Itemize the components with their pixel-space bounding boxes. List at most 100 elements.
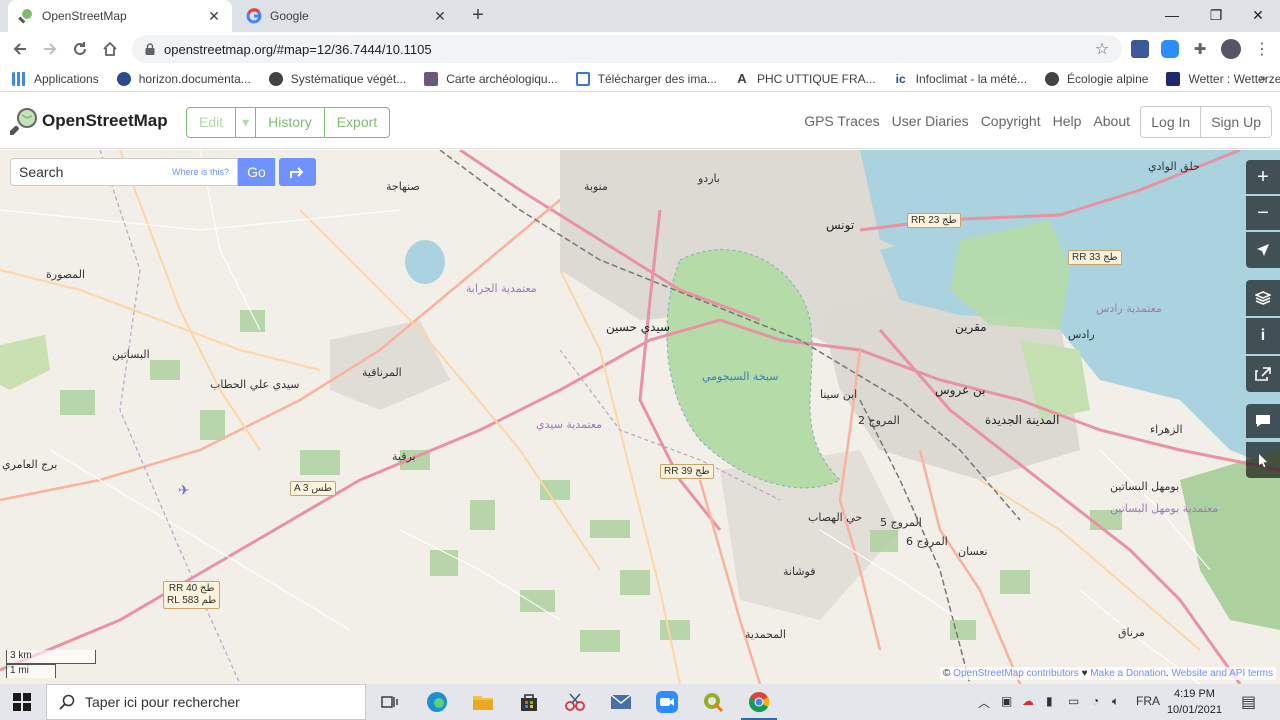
- qgis-icon[interactable]: [701, 690, 725, 714]
- windows-logo-icon: [13, 693, 31, 711]
- tray-cloud-icon[interactable]: ☁: [1022, 694, 1034, 708]
- restore-window-icon[interactable]: ❐: [1194, 0, 1238, 30]
- profile-avatar[interactable]: [1221, 39, 1241, 59]
- chrome-icon[interactable]: [741, 690, 777, 720]
- mail-app-icon[interactable]: [609, 690, 633, 714]
- edit-button[interactable]: Edit: [187, 108, 237, 137]
- bookmark-ecologie[interactable]: Écologie alpine: [1045, 71, 1148, 86]
- close-tab-icon[interactable]: ✕: [432, 8, 448, 25]
- user-diaries-link[interactable]: User Diaries: [892, 113, 969, 129]
- export-button[interactable]: Export: [325, 108, 389, 137]
- close-window-icon[interactable]: ✕: [1236, 0, 1280, 30]
- signup-button[interactable]: Sign Up: [1201, 107, 1271, 137]
- bookmark-label: Systématique végét...: [290, 71, 407, 86]
- help-link[interactable]: Help: [1053, 113, 1082, 129]
- directions-icon: [289, 167, 303, 178]
- plus-icon: +: [1257, 165, 1269, 188]
- bookmark-infoclimat[interactable]: ic Infoclimat - la mété...: [894, 72, 1027, 86]
- bookmark-applications[interactable]: Applications: [12, 71, 99, 86]
- map-key-button[interactable]: i: [1246, 318, 1280, 354]
- search-input[interactable]: Search Where is this?: [10, 158, 238, 186]
- minimize-window-icon[interactable]: —: [1150, 0, 1194, 30]
- home-icon[interactable]: [98, 37, 122, 61]
- reload-icon[interactable]: [68, 37, 92, 61]
- about-link[interactable]: About: [1093, 113, 1130, 129]
- tab-strip: OpenStreetMap ✕ Google ✕ + — ❐ ✕: [0, 0, 1280, 32]
- road-shield: RL 583 طم: [167, 595, 217, 606]
- add-note-button[interactable]: [1246, 404, 1280, 438]
- edit-dropdown-chevron-icon[interactable]: ▾: [236, 108, 257, 137]
- zoom-out-button[interactable]: −: [1246, 196, 1280, 230]
- history-button[interactable]: History: [256, 108, 325, 137]
- language-indicator[interactable]: FRA: [1136, 694, 1160, 708]
- bookmark-horizon[interactable]: horizon.documenta...: [116, 71, 251, 86]
- zoom-app-icon[interactable]: [655, 690, 679, 714]
- gps-traces-link[interactable]: GPS Traces: [804, 113, 879, 129]
- more-menu-icon[interactable]: ⋮: [1250, 37, 1274, 61]
- bookmark-phc[interactable]: A PHC UTTIQUE FRA...: [735, 71, 876, 86]
- bookmark-carte[interactable]: Carte archéologiqu...: [424, 71, 558, 86]
- file-explorer-icon[interactable]: [471, 690, 495, 714]
- wifi-icon[interactable]: ◔: [1092, 694, 1099, 708]
- map-label: نعسان: [958, 545, 988, 558]
- tab-google[interactable]: Google ✕: [236, 0, 458, 32]
- notifications-icon[interactable]: ▤: [1241, 692, 1256, 712]
- map-attribution: © OpenStreetMap contributors ♥ Make a Do…: [940, 667, 1276, 680]
- tab-openstreetmap[interactable]: OpenStreetMap ✕: [8, 0, 232, 32]
- attribution-prefix: ©: [943, 668, 954, 679]
- extensions-puzzle-icon[interactable]: ✚: [1188, 37, 1212, 61]
- edge-icon[interactable]: [425, 690, 449, 714]
- directions-button[interactable]: [279, 158, 316, 186]
- tray-app-icon[interactable]: ▣: [1001, 694, 1012, 708]
- bookmark-systematique[interactable]: Systématique végét...: [268, 71, 407, 86]
- start-button[interactable]: [8, 690, 36, 714]
- road-shield: RR 23 طج: [907, 213, 961, 228]
- taskbar-search[interactable]: Taper ici pour rechercher: [46, 684, 366, 720]
- osm-logo[interactable]: OpenStreetMap: [10, 107, 168, 135]
- contributors-link[interactable]: OpenStreetMap contributors: [953, 668, 1079, 679]
- apps-grid-icon: [12, 71, 26, 86]
- share-button[interactable]: [1246, 356, 1280, 392]
- map-view[interactable]: ✈ تونس سيدي حسين سيدي علي الحطاب بن عروس…: [0, 150, 1280, 684]
- map-label: باردو: [698, 172, 720, 185]
- locate-button[interactable]: [1246, 232, 1280, 268]
- zoom-in-button[interactable]: +: [1246, 160, 1280, 194]
- address-bar[interactable]: openstreetmap.org/#map=12/36.7444/10.110…: [132, 35, 1122, 63]
- battery-icon[interactable]: ▭: [1068, 694, 1079, 708]
- bookmark-star-icon[interactable]: ☆: [1090, 37, 1114, 61]
- microphone-icon[interactable]: ▮: [1046, 694, 1053, 708]
- bookmark-telecharger[interactable]: Télécharger des ima...: [575, 71, 717, 86]
- map-label: سيدي علي الحطاب: [210, 378, 300, 391]
- forward-icon[interactable]: [38, 37, 62, 61]
- new-tab-button[interactable]: +: [466, 4, 490, 28]
- copyright-link[interactable]: Copyright: [981, 113, 1041, 129]
- search-go-button[interactable]: Go: [238, 158, 275, 186]
- layers-button[interactable]: [1246, 280, 1280, 316]
- map-thumb-icon: [424, 71, 439, 86]
- map-label: معتمدية بومهل البساتين: [1110, 502, 1219, 515]
- zoom-extension-icon[interactable]: [1161, 40, 1179, 58]
- snipping-tool-icon[interactable]: [563, 690, 587, 714]
- tray-overflow-chevron-icon[interactable]: ︿: [978, 694, 990, 711]
- task-view-icon[interactable]: [378, 690, 402, 714]
- map-label: البساتين: [112, 348, 150, 361]
- minus-icon: −: [1257, 201, 1269, 224]
- where-is-this-link[interactable]: Where is this?: [172, 167, 229, 177]
- bookmark-label: PHC UTTIQUE FRA...: [757, 71, 876, 86]
- query-features-button[interactable]: [1246, 442, 1280, 478]
- bookmarks-overflow-icon[interactable]: »: [1259, 71, 1266, 85]
- clock[interactable]: 4:19 PM 10/01/2021: [1167, 686, 1222, 718]
- volume-icon[interactable]: 🔈︎: [1112, 694, 1119, 709]
- osm-magnifier-icon: [10, 108, 37, 135]
- clock-date: 10/01/2021: [1166, 704, 1222, 716]
- query-cursor-icon: [1259, 454, 1267, 468]
- terms-link[interactable]: Website and API terms: [1171, 668, 1273, 679]
- close-tab-icon[interactable]: ✕: [206, 8, 222, 25]
- extension-icon[interactable]: [1131, 40, 1149, 58]
- map-label: معتمدية الجرابة: [466, 282, 537, 295]
- back-icon[interactable]: [8, 37, 32, 61]
- map-label: تونس: [826, 218, 855, 232]
- store-icon[interactable]: [517, 690, 541, 714]
- login-button[interactable]: Log In: [1141, 107, 1202, 137]
- donate-link[interactable]: Make a Donation: [1090, 668, 1166, 679]
